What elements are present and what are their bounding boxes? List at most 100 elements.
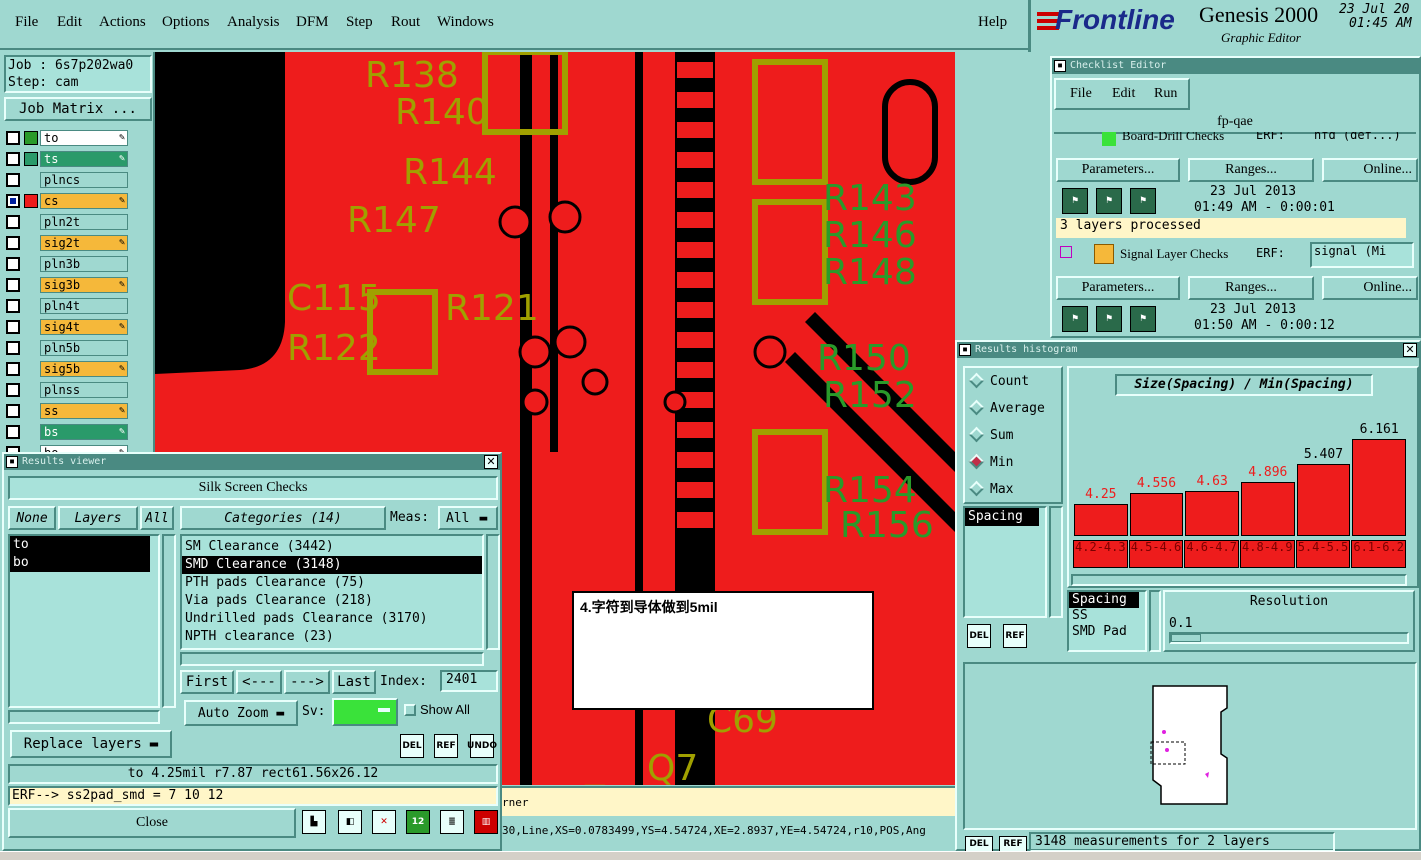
ref-icon[interactable]: REF (434, 734, 458, 758)
type-listbox[interactable]: Spacing SS SMD Pad (1067, 590, 1147, 652)
category-item[interactable]: SM Clearance (3442) (182, 538, 482, 556)
layer-name[interactable]: bs ✎ (40, 424, 128, 440)
checklist-menu-edit[interactable]: Edit (1112, 86, 1135, 102)
next-button[interactable]: ---> (284, 670, 330, 694)
layer-name[interactable]: pln3b (40, 256, 128, 272)
layer-color-swatch[interactable] (24, 194, 38, 208)
histogram-bar[interactable] (1185, 491, 1239, 536)
menu-edit[interactable]: Edit (57, 14, 82, 31)
all-layers-button[interactable]: All (140, 506, 174, 530)
layer-display-checkbox[interactable] (6, 404, 20, 418)
ranges-button[interactable]: Ranges... (1188, 158, 1314, 182)
layer-display-checkbox[interactable] (6, 320, 20, 334)
layer-row-to[interactable]: to ✎ (6, 130, 128, 146)
layer-name[interactable]: pln4t (40, 298, 128, 314)
layer-name[interactable]: pln2t (40, 214, 128, 230)
graph-icon[interactable]: ▙ (302, 810, 326, 834)
board-overview[interactable] (963, 662, 1417, 830)
measure-listbox[interactable]: Spacing (963, 506, 1047, 618)
meas-dropdown[interactable]: All ▬ (438, 506, 498, 530)
type-list-item[interactable]: SS (1069, 608, 1145, 624)
auto-zoom-dropdown[interactable]: Auto Zoom ▬ (184, 700, 298, 726)
menu-file[interactable]: File (15, 14, 38, 31)
close-icon[interactable]: ✕ (484, 455, 498, 469)
layer-name[interactable]: sig3b ✎ (40, 277, 128, 293)
option-average[interactable]: Average (968, 399, 1045, 416)
layer-row-sig2t[interactable]: sig2t ✎ (6, 235, 128, 251)
job-matrix-button[interactable]: Job Matrix ... (4, 97, 152, 121)
online-button[interactable]: Online... (1322, 276, 1418, 300)
menu-dfm[interactable]: DFM (296, 14, 329, 31)
layer-display-checkbox[interactable] (6, 236, 20, 250)
check-selected-checkbox[interactable] (1060, 246, 1072, 258)
layer-display-checkbox[interactable] (6, 257, 20, 271)
last-button[interactable]: Last (332, 670, 376, 694)
layer-row-sig5b[interactable]: sig5b ✎ (6, 361, 128, 377)
menu-options[interactable]: Options (162, 14, 210, 31)
online-button[interactable]: Online... (1322, 158, 1418, 182)
layer-row-pln2t[interactable]: pln2t (6, 214, 128, 230)
categories-scrollbar[interactable] (486, 534, 500, 650)
window-menu-icon[interactable]: ▪ (959, 344, 971, 356)
layer-display-checkbox[interactable] (6, 278, 20, 292)
category-item[interactable]: Undrilled pads Clearance (3170) (182, 610, 482, 628)
run-icon[interactable]: ⚑ (1062, 306, 1088, 332)
layers-listbox[interactable]: to bo (8, 534, 160, 708)
layers-scrollbar[interactable] (162, 534, 176, 708)
run-all-icon[interactable]: ⚑ (1096, 306, 1122, 332)
window-menu-icon[interactable]: ▪ (6, 456, 18, 468)
layer-name[interactable]: sig2t ✎ (40, 235, 128, 251)
category-item[interactable]: Via pads Clearance (218) (182, 592, 482, 610)
layer-name[interactable]: ts ✎ (40, 151, 128, 167)
layer-name[interactable]: cs ✎ (40, 193, 128, 209)
checklist-titlebar[interactable]: ▪ Checklist Editor (1052, 58, 1419, 74)
layer-row-sig3b[interactable]: sig3b ✎ (6, 277, 128, 293)
histogram-icon[interactable]: ▥ (474, 810, 498, 834)
ref-icon[interactable]: REF (999, 836, 1027, 852)
layer-name[interactable]: ss ✎ (40, 403, 128, 419)
layer-color-swatch[interactable] (24, 152, 38, 166)
categories-hscrollbar[interactable] (180, 652, 484, 666)
window-menu-icon[interactable]: ▪ (1054, 60, 1066, 72)
layer-row-ss[interactable]: ss ✎ (6, 403, 128, 419)
sv-color-dropdown[interactable] (332, 698, 398, 726)
layer-display-checkbox[interactable] (6, 215, 20, 229)
layer-display-checkbox[interactable] (6, 299, 20, 313)
categories-button[interactable]: Categories (14) (180, 506, 386, 530)
resolution-slider[interactable] (1169, 632, 1409, 644)
histogram-bar[interactable] (1241, 482, 1295, 536)
stop-icon[interactable]: ⚑ (1130, 188, 1156, 214)
layer-row-plncs[interactable]: plncs (6, 172, 128, 188)
chart-hscrollbar[interactable] (1071, 574, 1407, 586)
menu-help[interactable]: Help (978, 14, 1007, 31)
layer-display-checkbox[interactable] (6, 362, 20, 376)
parameters-button[interactable]: Parameters... (1056, 276, 1180, 300)
option-max[interactable]: Max (968, 480, 1013, 497)
layer-name[interactable]: plncs (40, 172, 128, 188)
layer-row-pln5b[interactable]: pln5b (6, 340, 128, 356)
option-sum[interactable]: Sum (968, 426, 1013, 443)
menu-actions[interactable]: Actions (99, 14, 146, 31)
undo-icon[interactable]: UNDO (467, 734, 497, 758)
type-list-item[interactable]: Spacing (1069, 592, 1139, 608)
number-icon[interactable]: 12 (406, 810, 430, 834)
del-icon[interactable]: DEL (965, 836, 993, 852)
layer-list-item[interactable]: bo (10, 554, 150, 572)
close-icon[interactable]: ✕ (1403, 343, 1417, 357)
layer-name[interactable]: to ✎ (40, 130, 128, 146)
del-icon[interactable]: DEL (400, 734, 424, 758)
option-min[interactable]: Min (968, 453, 1013, 470)
ref-icon[interactable]: REF (1003, 624, 1027, 648)
layer-name[interactable]: sig5b ✎ (40, 361, 128, 377)
menu-step[interactable]: Step (346, 14, 373, 31)
layer-display-checkbox[interactable] (6, 383, 20, 397)
del-icon[interactable]: DEL (967, 624, 991, 648)
stop-icon[interactable]: ⚑ (1130, 306, 1156, 332)
categories-listbox[interactable]: SM Clearance (3442) SMD Clearance (3148) P… (180, 534, 484, 650)
layer-row-ts[interactable]: ts ✎ (6, 151, 128, 167)
prev-button[interactable]: <--- (236, 670, 282, 694)
show-all-checkbox[interactable] (404, 704, 416, 716)
index-input[interactable]: 2401 (440, 670, 498, 692)
export-icon[interactable]: ◧ (338, 810, 362, 834)
report-icon[interactable]: ≣ (440, 810, 464, 834)
